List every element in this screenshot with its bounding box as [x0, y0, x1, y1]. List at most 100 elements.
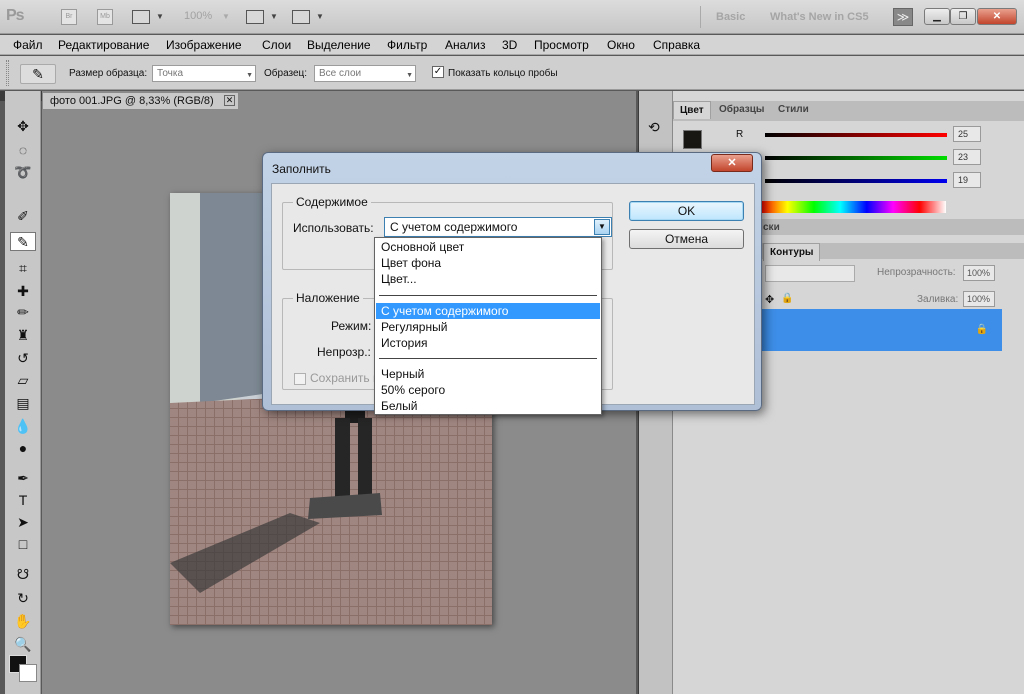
move-lock-icon[interactable]: ✥ — [765, 293, 774, 306]
menu-3d[interactable]: 3D — [502, 38, 517, 52]
hand-tool-icon[interactable]: ✋ — [10, 612, 36, 631]
blur-tool-icon[interactable]: 💧 — [10, 417, 36, 436]
background-color-swatch[interactable] — [19, 664, 37, 682]
option-pattern[interactable]: Регулярный — [376, 319, 600, 335]
grip-handle[interactable] — [6, 60, 9, 86]
opacity-label: Непрозр.: — [317, 345, 371, 359]
path-selection-tool-icon[interactable]: ➤ — [10, 513, 36, 532]
use-select[interactable]: С учетом содержимого ▼ — [384, 217, 612, 237]
history-brush-tool-icon[interactable]: ↺ — [10, 349, 36, 368]
chevron-down-icon[interactable]: ▼ — [594, 219, 610, 235]
close-icon[interactable]: ✕ — [224, 95, 235, 106]
green-slider[interactable] — [765, 156, 947, 160]
screen-mode-icon[interactable] — [292, 10, 310, 24]
crop-tool-icon[interactable]: ⌗ — [10, 259, 36, 278]
tab-styles[interactable]: Стили — [772, 101, 815, 118]
show-ring-checkbox[interactable]: ✓ — [432, 66, 444, 78]
window-close-button[interactable]: ✕ — [977, 8, 1017, 25]
red-slider[interactable] — [765, 133, 947, 137]
workspace-whats-new[interactable]: What's New in CS5 — [770, 11, 869, 23]
option-background-color[interactable]: Цвет фона — [376, 255, 600, 271]
ok-button[interactable]: OK — [629, 201, 744, 221]
option-history[interactable]: История — [376, 335, 600, 351]
panel-foreground-swatch[interactable] — [683, 130, 702, 149]
option-color[interactable]: Цвет... — [376, 271, 600, 287]
fill-value[interactable]: 100% — [963, 291, 995, 307]
tab-paths[interactable]: Контуры — [763, 243, 821, 261]
layer-lock-icon: 🔒 — [975, 324, 988, 335]
restore-button[interactable]: ❐ — [950, 8, 976, 25]
brush-tool-icon[interactable]: ✏ — [10, 303, 36, 322]
type-tool-icon[interactable]: T — [10, 491, 36, 510]
option-white[interactable]: Белый — [376, 398, 600, 414]
option-black[interactable]: Черный — [376, 366, 600, 382]
menu-window[interactable]: Окно — [607, 38, 635, 52]
menu-layers[interactable]: Слои — [262, 38, 291, 52]
fill-label: Заливка: — [917, 294, 959, 305]
layer-opacity-value[interactable]: 100% — [963, 265, 995, 281]
blue-value[interactable]: 19 — [953, 172, 981, 188]
lasso-tool-icon[interactable]: ➰ — [10, 163, 36, 182]
dialog-close-button[interactable]: ✕ — [711, 154, 753, 172]
sample-size-select[interactable]: Точка ▼ — [152, 65, 256, 82]
tools-panel: ✥ ◌ ➰ ✐ ✎ ⌗ ✚ ✏ ♜ ↺ ▱ ▤ 💧 ● ✒ T ➤ □ ☋ ↻ … — [5, 91, 41, 694]
more-workspaces-icon[interactable]: ≫ — [893, 8, 913, 26]
pen-tool-icon[interactable]: ✒ — [10, 469, 36, 488]
blue-slider[interactable] — [765, 179, 947, 183]
menu-analysis[interactable]: Анализ — [445, 38, 486, 52]
chevron-down-icon[interactable]: ▼ — [156, 12, 164, 21]
eraser-tool-icon[interactable]: ▱ — [10, 371, 36, 390]
sample-size-value: Точка — [157, 68, 184, 79]
move-tool-icon[interactable]: ✥ — [10, 117, 36, 136]
preserve-transparency-label: Сохранить п — [310, 371, 380, 385]
history-icon[interactable]: ⟲ — [648, 119, 660, 136]
menu-image[interactable]: Изображение — [166, 38, 242, 52]
clone-stamp-tool-icon[interactable]: ♜ — [10, 326, 36, 345]
menu-select[interactable]: Выделение — [307, 38, 371, 52]
healing-brush-tool-icon[interactable]: ✚ — [10, 282, 36, 301]
document-tab[interactable]: фото 001.JPG @ 8,33% (RGB/8) ✕ — [42, 92, 239, 110]
menu-bar: Файл Редактирование Изображение Слои Выд… — [0, 35, 1024, 55]
chevron-down-icon[interactable]: ▼ — [270, 12, 278, 21]
menu-view[interactable]: Просмотр — [534, 38, 589, 52]
eyedropper-tool-icon[interactable]: ✎ — [10, 232, 36, 251]
layer-row-background[interactable]: 🔒 — [760, 309, 1002, 351]
blend-mode-select[interactable] — [765, 265, 855, 282]
menu-help[interactable]: Справка — [653, 38, 700, 52]
preserve-transparency-checkbox[interactable] — [294, 373, 306, 385]
shape-tool-icon[interactable]: □ — [10, 535, 36, 554]
option-content-aware[interactable]: С учетом содержимого — [376, 303, 600, 319]
3d-rotate-tool-icon[interactable]: ☋ — [10, 565, 36, 584]
layer-opacity-label: Непрозрачность: — [877, 267, 956, 278]
option-50-gray[interactable]: 50% серого — [376, 382, 600, 398]
use-label: Использовать: — [293, 221, 374, 235]
cancel-button[interactable]: Отмена — [629, 229, 744, 249]
tab-color[interactable]: Цвет — [673, 101, 711, 119]
color-spectrum-ramp[interactable] — [761, 201, 946, 213]
green-value[interactable]: 23 — [953, 149, 981, 165]
zoom-level[interactable]: 100% — [184, 10, 212, 22]
chevron-down-icon[interactable]: ▼ — [222, 12, 230, 21]
zoom-tool-icon[interactable]: 🔍 — [10, 635, 36, 654]
minimize-button[interactable]: ▁ — [924, 8, 950, 25]
dodge-tool-icon[interactable]: ● — [10, 439, 36, 458]
arrange-documents-icon[interactable] — [246, 10, 264, 24]
red-value[interactable]: 25 — [953, 126, 981, 142]
bridge-button[interactable]: Br — [61, 9, 77, 25]
menu-filter[interactable]: Фильтр — [387, 38, 427, 52]
lock-icon[interactable]: 🔒 — [781, 293, 793, 304]
menu-edit[interactable]: Редактирование — [58, 38, 149, 52]
view-extras-icon[interactable] — [132, 10, 150, 24]
chevron-down-icon[interactable]: ▼ — [316, 12, 324, 21]
option-foreground-color[interactable]: Основной цвет — [376, 239, 600, 255]
eyedropper-preset-icon[interactable]: ✎ — [20, 64, 56, 84]
marquee-tool-icon[interactable]: ◌ — [10, 141, 36, 160]
sample-select[interactable]: Все слои ▼ — [314, 65, 416, 82]
workspace-basic[interactable]: Basic — [716, 11, 745, 23]
quick-selection-tool-icon[interactable]: ✐ — [10, 207, 36, 226]
mini-bridge-button[interactable]: Mb — [97, 9, 113, 25]
menu-file[interactable]: Файл — [13, 38, 43, 52]
gradient-tool-icon[interactable]: ▤ — [10, 394, 36, 413]
3d-orbit-tool-icon[interactable]: ↻ — [10, 589, 36, 608]
tab-swatches[interactable]: Образцы — [713, 101, 770, 118]
